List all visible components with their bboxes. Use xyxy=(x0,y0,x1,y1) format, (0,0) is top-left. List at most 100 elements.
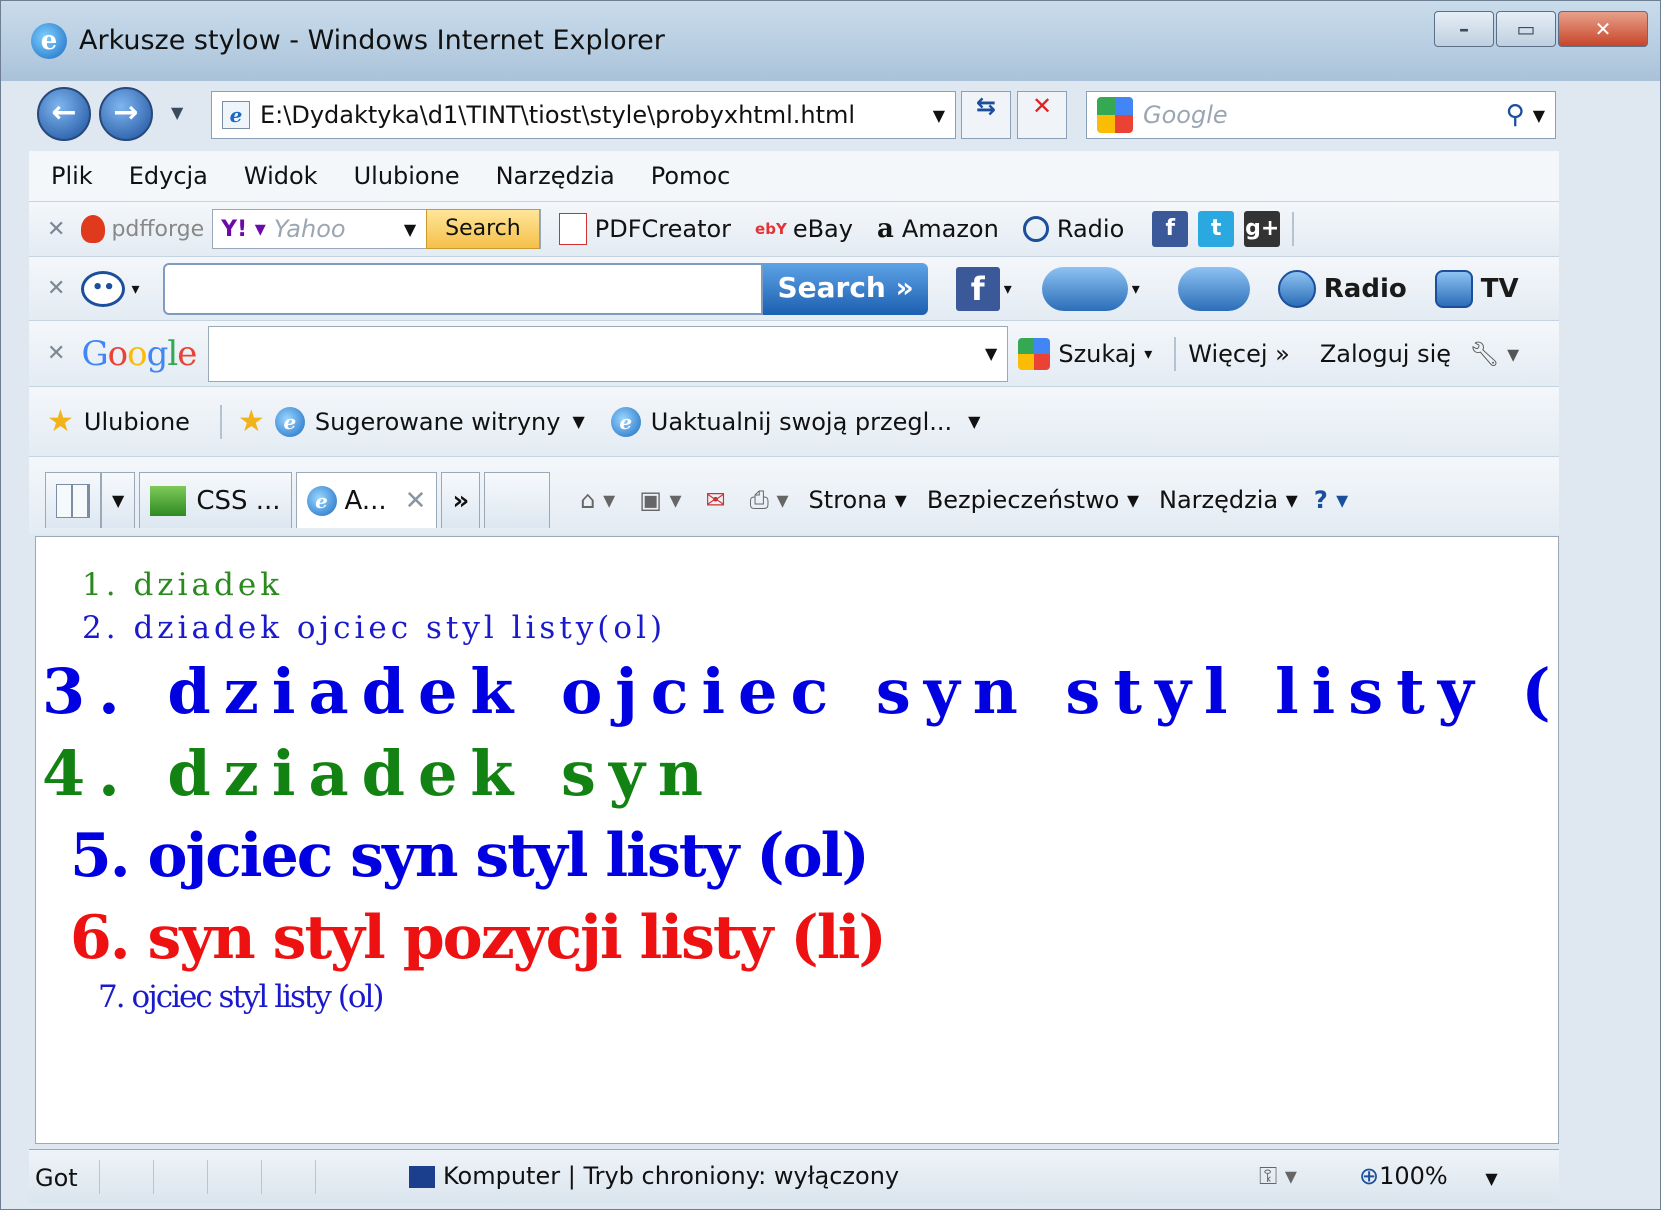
security-zone-label: Komputer | Tryb chroniony: wyłączony xyxy=(443,1162,900,1190)
ebay-button[interactable]: eBay xyxy=(793,215,853,243)
address-bar[interactable]: e E:\Dydaktyka\d1\TINT\tiost\style\proby… xyxy=(211,91,956,139)
security-menu-label: Bezpieczeństwo xyxy=(926,486,1120,514)
toolbar-search-button[interactable]: Search » xyxy=(763,262,928,315)
suggested-sites-link[interactable]: Sugerowane witryny xyxy=(315,408,561,436)
ie-page-icon: e xyxy=(306,485,337,516)
ie-logo-icon: e xyxy=(31,23,67,59)
zoom-dropdown-icon[interactable]: ▼ xyxy=(1485,1169,1497,1188)
page-icon: e xyxy=(222,101,250,129)
ie-page-icon: e xyxy=(610,406,641,437)
smiley-icon[interactable]: •• xyxy=(81,270,126,307)
forward-button[interactable]: → xyxy=(99,87,153,141)
smiley-dropdown-icon[interactable]: ▾ xyxy=(131,279,139,298)
status-divider xyxy=(153,1160,154,1194)
yahoo-search-button[interactable]: Search xyxy=(426,209,540,249)
feeds-icon[interactable]: ▣ ▾ xyxy=(639,486,681,514)
menu-ulubione[interactable]: Ulubione xyxy=(354,162,460,190)
browser-window: e Arkusze stylow - Windows Internet Expl… xyxy=(0,0,1661,1210)
page-menu[interactable]: Strona ▾ xyxy=(809,486,907,514)
tab-list-dropdown-icon[interactable]: ▼ xyxy=(101,472,136,528)
help-icon[interactable]: ? ▾ xyxy=(1314,486,1348,514)
minimize-button[interactable]: – xyxy=(1434,11,1494,47)
pdfforge-toolbar: ✕ pdfforge Y! ▾ Yahoo ▼ Search PDFCreato… xyxy=(29,201,1559,256)
address-dropdown-icon[interactable]: ▼ xyxy=(933,106,945,125)
games-dropdown-icon[interactable]: ▾ xyxy=(1132,279,1140,298)
search-icon[interactable]: ⚲ xyxy=(1506,100,1525,130)
facebook-icon[interactable]: f xyxy=(955,266,1000,311)
quick-tabs-icon xyxy=(56,483,90,518)
address-row: ← → ▼ e E:\Dydaktyka\d1\TINT\tiost\style… xyxy=(1,81,1660,151)
pdfforge-label: pdfforge xyxy=(111,216,205,242)
toolbar-search-input[interactable] xyxy=(163,262,764,315)
history-dropdown-icon[interactable]: ▼ xyxy=(171,103,183,122)
pdfforge-logo[interactable]: pdfforge xyxy=(81,215,204,243)
more-tabs-button[interactable]: » xyxy=(441,472,481,528)
zaloguj-button[interactable]: Zaloguj się xyxy=(1320,340,1451,368)
zoom-control[interactable]: ⊕100% ▼ xyxy=(1359,1162,1498,1190)
search-input[interactable]: Google xyxy=(1143,101,1506,129)
menu-pomoc[interactable]: Pomoc xyxy=(651,162,731,190)
close-button[interactable]: ✕ xyxy=(1558,11,1648,47)
maximize-button[interactable]: ▭ xyxy=(1496,11,1556,47)
yahoo-input[interactable]: Yahoo xyxy=(274,215,404,243)
add-favorite-icon[interactable]: ★ xyxy=(238,404,265,439)
search-box[interactable]: Google ⚲ ▼ xyxy=(1086,91,1556,139)
list-text: syn styl pozycji listy (li) xyxy=(147,903,887,973)
new-tab-button[interactable] xyxy=(484,472,551,528)
radio-button[interactable]: Radio xyxy=(1324,274,1407,304)
radio-button[interactable]: Radio xyxy=(1057,215,1124,243)
radio-icon xyxy=(1022,216,1049,242)
list-item-5: 5. ojciec syn styl listy (ol) xyxy=(70,821,870,891)
close-toolbar-icon[interactable]: ✕ xyxy=(47,341,65,366)
list-text: dziadek ojciec styl listy(ol) xyxy=(133,610,667,646)
quick-tabs-button[interactable] xyxy=(45,472,101,528)
google-search-input[interactable]: ▼ xyxy=(208,325,1009,382)
update-browser-link[interactable]: Uaktualnij swoją przegl... xyxy=(651,408,952,436)
menu-narzedzia[interactable]: Narzędzia xyxy=(496,162,615,190)
tab-arkusze[interactable]: e A... ✕ xyxy=(295,472,438,528)
menu-edycja[interactable]: Edycja xyxy=(129,162,208,190)
url-field[interactable]: E:\Dydaktyka\d1\TINT\tiost\style\probyxh… xyxy=(260,101,933,129)
security-zone[interactable]: Komputer | Tryb chroniony: wyłączony xyxy=(409,1162,899,1190)
suggested-sites-dropdown-icon[interactable]: ▼ xyxy=(572,412,584,431)
back-button[interactable]: ← xyxy=(37,87,91,141)
wrench-icon[interactable]: 🔧︎ ▾ xyxy=(1469,340,1519,368)
list-number: 7. xyxy=(98,979,126,1015)
ebay-icon: ebY xyxy=(755,220,787,238)
yahoo-search-box[interactable]: Y! ▾ Yahoo ▼ Search xyxy=(212,209,541,249)
tv-button[interactable]: TV xyxy=(1481,274,1519,304)
favorites-button[interactable]: Ulubione xyxy=(84,408,190,436)
refresh-icon[interactable]: ⇆ xyxy=(961,91,1011,139)
search-toolbar: ✕ •• ▾ Search » f ▾ ▾ Radio TV xyxy=(29,256,1559,320)
szukaj-button[interactable]: Szukaj xyxy=(1058,340,1136,368)
wiecej-button[interactable]: Więcej » xyxy=(1188,340,1290,368)
close-toolbar-icon[interactable]: ✕ xyxy=(47,217,65,242)
amazon-button[interactable]: Amazon xyxy=(902,215,999,243)
menu-plik[interactable]: Plik xyxy=(51,162,93,190)
update-browser-dropdown-icon[interactable]: ▼ xyxy=(968,412,980,431)
szukaj-dropdown-icon[interactable]: ▾ xyxy=(1144,344,1152,363)
list-item-1: 1. dziadek xyxy=(82,567,283,603)
shop-icon[interactable] xyxy=(1177,266,1250,311)
tab-css[interactable]: CSS ... xyxy=(139,472,292,528)
stop-icon[interactable]: ✕ xyxy=(1017,91,1067,139)
window-controls: – ▭ ✕ xyxy=(1432,11,1648,47)
close-toolbar-icon[interactable]: ✕ xyxy=(47,276,65,301)
tools-menu[interactable]: Narzędzia ▾ xyxy=(1159,486,1298,514)
close-tab-icon[interactable]: ✕ xyxy=(405,486,427,516)
pdfcreator-button[interactable]: PDFCreator xyxy=(595,215,731,243)
google-plus-icon[interactable]: g+ xyxy=(1244,211,1281,247)
games-icon[interactable] xyxy=(1041,266,1128,311)
mail-icon[interactable]: ✉ xyxy=(706,486,726,514)
menu-widok[interactable]: Widok xyxy=(244,162,318,190)
twitter-icon[interactable]: t xyxy=(1198,211,1235,247)
protected-mode-icon[interactable]: ⚿ ▾ xyxy=(1259,1162,1297,1190)
facebook-dropdown-icon[interactable]: ▾ xyxy=(1004,279,1012,298)
home-icon[interactable]: ⌂ ▾ xyxy=(580,486,615,514)
print-icon[interactable]: ⎙ ▾ xyxy=(750,486,789,514)
security-menu[interactable]: Bezpieczeństwo ▾ xyxy=(927,486,1139,514)
facebook-icon[interactable]: f xyxy=(1152,211,1189,247)
yahoo-dropdown-icon[interactable]: ▼ xyxy=(404,220,416,239)
search-dropdown-icon[interactable]: ▼ xyxy=(1533,106,1545,125)
google-input-dropdown-icon[interactable]: ▼ xyxy=(985,344,997,363)
